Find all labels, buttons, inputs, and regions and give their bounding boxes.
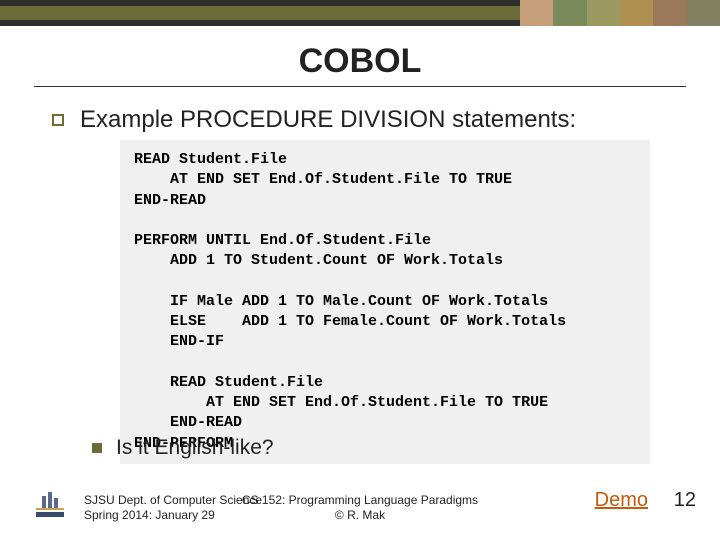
top-bar bbox=[0, 0, 720, 26]
bullet-solid-square-icon bbox=[92, 443, 102, 453]
code-block: READ Student.File AT END SET End.Of.Stud… bbox=[120, 140, 650, 464]
footer-left-line2: Spring 2014: January 29 bbox=[84, 508, 262, 524]
bullet-main-text: Example PROCEDURE DIVISION statements: bbox=[80, 106, 576, 134]
accent-swatch bbox=[553, 0, 586, 26]
footer-left-line1: SJSU Dept. of Computer Science bbox=[84, 493, 262, 509]
slide-number: 12 bbox=[674, 489, 696, 512]
footer: SJSU Dept. of Computer Science Spring 20… bbox=[0, 470, 720, 524]
accent-swatch bbox=[520, 0, 553, 26]
accent-swatch bbox=[587, 0, 620, 26]
title-underline bbox=[34, 86, 686, 87]
bullet-sub: Is it English-like? bbox=[92, 436, 274, 460]
slide: COBOL Example PROCEDURE DIVISION stateme… bbox=[0, 0, 720, 540]
accent-swatch bbox=[620, 0, 653, 26]
bullet-main: Example PROCEDURE DIVISION statements: bbox=[52, 106, 576, 134]
footer-left: SJSU Dept. of Computer Science Spring 20… bbox=[84, 493, 262, 524]
sjsu-logo-icon bbox=[32, 486, 68, 522]
demo-link[interactable]: Demo bbox=[595, 489, 648, 512]
accent-strip bbox=[520, 0, 720, 26]
accent-swatch bbox=[687, 0, 720, 26]
bullet-sub-text: Is it English-like? bbox=[116, 436, 274, 460]
slide-title: COBOL bbox=[0, 42, 720, 81]
accent-swatch bbox=[653, 0, 686, 26]
bullet-open-square-icon bbox=[52, 114, 64, 126]
